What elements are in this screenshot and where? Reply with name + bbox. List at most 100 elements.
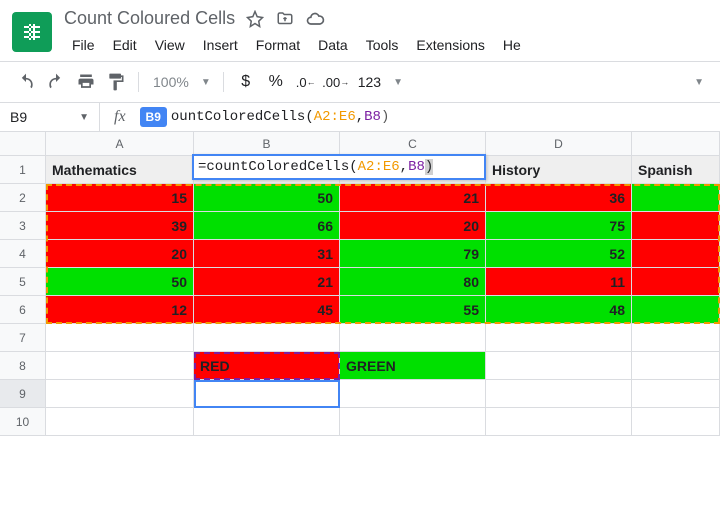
- cell-E5[interactable]: [632, 268, 720, 296]
- cell-E3[interactable]: [632, 212, 720, 240]
- cell-D8[interactable]: [486, 352, 632, 380]
- decrease-decimal-button[interactable]: .0←: [292, 68, 320, 96]
- row-header-9[interactable]: 9: [0, 380, 46, 408]
- menu-format[interactable]: Format: [248, 33, 308, 57]
- menu-file[interactable]: File: [64, 33, 103, 57]
- cell-C9[interactable]: [340, 380, 486, 408]
- cell-E1[interactable]: Spanish: [632, 156, 720, 184]
- print-button[interactable]: [72, 68, 100, 96]
- cell-D4[interactable]: 52: [486, 240, 632, 268]
- cell-D3[interactable]: 75: [486, 212, 632, 240]
- cell-B3[interactable]: 66: [194, 212, 340, 240]
- fx-icon: fx: [100, 108, 140, 126]
- row-header-5[interactable]: 5: [0, 268, 46, 296]
- menu-help[interactable]: He: [495, 33, 529, 57]
- format-dropdown-icon[interactable]: ▼: [389, 77, 407, 88]
- col-header-A[interactable]: A: [46, 132, 194, 156]
- row-header-1[interactable]: 1: [0, 156, 46, 184]
- cell-B8[interactable]: RED: [194, 352, 340, 380]
- formula-input[interactable]: B9ountColoredCells(A2:E6,B8): [140, 103, 720, 131]
- zoom-dropdown-icon[interactable]: ▼: [197, 77, 215, 88]
- undo-button[interactable]: [12, 68, 40, 96]
- menu-tools[interactable]: Tools: [358, 33, 407, 57]
- menu-insert[interactable]: Insert: [195, 33, 246, 57]
- currency-button[interactable]: $: [232, 68, 260, 96]
- sheets-logo[interactable]: [12, 12, 52, 52]
- cell-E9[interactable]: [632, 380, 720, 408]
- menu-edit[interactable]: Edit: [105, 33, 145, 57]
- cell-C2[interactable]: 21: [340, 184, 486, 212]
- toolbar-more-dropdown-icon[interactable]: ▼: [690, 77, 708, 88]
- cell-E8[interactable]: [632, 352, 720, 380]
- cell-B6[interactable]: 45: [194, 296, 340, 324]
- select-all-corner[interactable]: [0, 132, 46, 156]
- name-box-dropdown-icon[interactable]: ▼: [79, 112, 89, 123]
- cell-E6[interactable]: [632, 296, 720, 324]
- name-box-value: B9: [10, 109, 27, 125]
- cell-A7[interactable]: [46, 324, 194, 352]
- row-header-6[interactable]: 6: [0, 296, 46, 324]
- cell-B2[interactable]: 50: [194, 184, 340, 212]
- cell-D1[interactable]: History: [486, 156, 632, 184]
- menu-bar: File Edit View Insert Format Data Tools …: [64, 33, 708, 57]
- percent-button[interactable]: %: [262, 68, 290, 96]
- cell-E4[interactable]: [632, 240, 720, 268]
- cell-D5[interactable]: 11: [486, 268, 632, 296]
- cloud-status-icon[interactable]: [305, 9, 325, 29]
- row-header-4[interactable]: 4: [0, 240, 46, 268]
- cell-E7[interactable]: [632, 324, 720, 352]
- cell-C7[interactable]: [340, 324, 486, 352]
- row-header-7[interactable]: 7: [0, 324, 46, 352]
- cell-C8[interactable]: GREEN: [340, 352, 486, 380]
- cell-editor[interactable]: =countColoredCells(A2:E6,B8): [192, 154, 486, 180]
- format-123-button[interactable]: 123: [352, 70, 387, 94]
- increase-decimal-button[interactable]: .00→: [322, 68, 350, 96]
- cell-A1[interactable]: Mathematics: [46, 156, 194, 184]
- cell-D2[interactable]: 36: [486, 184, 632, 212]
- redo-button[interactable]: [42, 68, 70, 96]
- menu-extensions[interactable]: Extensions: [408, 33, 492, 57]
- menu-data[interactable]: Data: [310, 33, 356, 57]
- cell-B9[interactable]: [194, 380, 340, 408]
- row-header-2[interactable]: 2: [0, 184, 46, 212]
- cell-C10[interactable]: [340, 408, 486, 436]
- star-icon[interactable]: [245, 9, 265, 29]
- cell-B7[interactable]: [194, 324, 340, 352]
- cell-reference-badge: B9: [140, 107, 167, 127]
- row-header-10[interactable]: 10: [0, 408, 46, 436]
- row-header-8[interactable]: 8: [0, 352, 46, 380]
- menu-view[interactable]: View: [147, 33, 193, 57]
- cell-B10[interactable]: [194, 408, 340, 436]
- cell-D7[interactable]: [486, 324, 632, 352]
- cell-A10[interactable]: [46, 408, 194, 436]
- cell-B4[interactable]: 31: [194, 240, 340, 268]
- cell-A9[interactable]: [46, 380, 194, 408]
- cell-C3[interactable]: 20: [340, 212, 486, 240]
- zoom-display[interactable]: 100%: [147, 70, 195, 94]
- cell-D9[interactable]: [486, 380, 632, 408]
- name-box[interactable]: B9 ▼: [0, 103, 100, 131]
- move-folder-icon[interactable]: [275, 9, 295, 29]
- col-header-D[interactable]: D: [486, 132, 632, 156]
- cell-E10[interactable]: [632, 408, 720, 436]
- col-header-C[interactable]: C: [340, 132, 486, 156]
- cell-A4[interactable]: 20: [46, 240, 194, 268]
- col-header-E[interactable]: [632, 132, 720, 156]
- cell-C6[interactable]: 55: [340, 296, 486, 324]
- toolbar: 100% ▼ $ % .0← .00→ 123 ▼ ▼: [0, 62, 720, 102]
- cell-A2[interactable]: 15: [46, 184, 194, 212]
- cell-A8[interactable]: [46, 352, 194, 380]
- cell-D6[interactable]: 48: [486, 296, 632, 324]
- cell-B5[interactable]: 21: [194, 268, 340, 296]
- cell-A3[interactable]: 39: [46, 212, 194, 240]
- cell-E2[interactable]: [632, 184, 720, 212]
- doc-title[interactable]: Count Coloured Cells: [64, 8, 235, 29]
- cell-D10[interactable]: [486, 408, 632, 436]
- cell-C4[interactable]: 79: [340, 240, 486, 268]
- paint-format-button[interactable]: [102, 68, 130, 96]
- col-header-B[interactable]: B: [194, 132, 340, 156]
- cell-A6[interactable]: 12: [46, 296, 194, 324]
- cell-C5[interactable]: 80: [340, 268, 486, 296]
- row-header-3[interactable]: 3: [0, 212, 46, 240]
- cell-A5[interactable]: 50: [46, 268, 194, 296]
